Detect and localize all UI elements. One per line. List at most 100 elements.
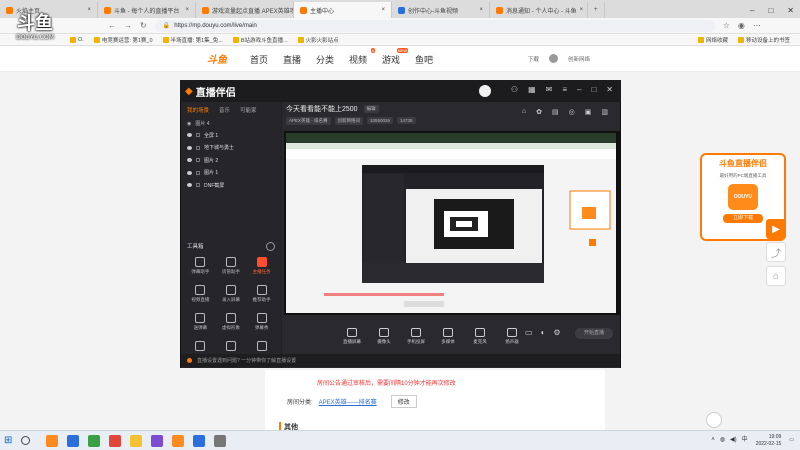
source-item[interactable]: 地下城与勇士 xyxy=(181,142,281,155)
notification-icon[interactable]: ▭ xyxy=(789,437,794,444)
new-tab-icon[interactable]: + xyxy=(588,2,605,18)
tool-item[interactable]: 房管助手 xyxy=(216,256,247,275)
eye-icon[interactable]: ◉ xyxy=(187,121,191,127)
close-icon[interactable]: ✕ xyxy=(606,85,613,97)
minimize-icon[interactable]: – xyxy=(750,6,754,15)
eye-icon[interactable] xyxy=(187,145,192,150)
bookmark-folder[interactable]: 移动设备上的书签 xyxy=(737,36,790,44)
bookmark-folder[interactable]: 网络收藏 xyxy=(697,36,728,44)
left-tab[interactable]: 可能家 xyxy=(240,106,257,114)
tab-close-icon[interactable]: × xyxy=(185,7,189,13)
lock-icon[interactable] xyxy=(196,133,200,138)
box-icon[interactable]: ▣ xyxy=(585,108,592,116)
url-input[interactable]: 🔒 https://mp.douyu.com/live/main xyxy=(154,19,715,32)
preview-toggle-icon[interactable]: ◐ xyxy=(541,328,546,337)
tool-item[interactable]: 视频直播 xyxy=(185,284,216,303)
nav-home[interactable]: 首页 xyxy=(250,53,268,66)
tool-item[interactable]: 送弹幕 xyxy=(185,312,216,331)
browser-tab[interactable]: 主播中心 × xyxy=(294,2,392,18)
taskbar-app-icon[interactable] xyxy=(214,434,227,447)
eye-icon[interactable] xyxy=(187,170,192,175)
ime-icon[interactable]: 中 xyxy=(742,437,748,444)
tab-close-icon[interactable]: × xyxy=(381,7,385,13)
edit-title-button[interactable]: 编辑 xyxy=(363,105,379,113)
source-item[interactable]: DNF截屏 xyxy=(181,179,281,192)
bookmark-item[interactable]: B站游戏斗鱼直播... xyxy=(232,36,288,44)
source-tool-button[interactable]: 手机投屏 xyxy=(406,327,426,345)
browser-tab[interactable]: 创作中心-斗鱼视频 × xyxy=(392,2,490,18)
star-icon[interactable]: ☆ xyxy=(723,21,730,30)
forward-icon[interactable]: → xyxy=(124,21,132,30)
home-icon[interactable]: ⌂ xyxy=(766,266,786,286)
browser-tab[interactable]: 游戏流量起点直播 APEX英雄攻击...× xyxy=(196,2,294,18)
left-tab[interactable]: 我的场景 xyxy=(187,106,209,114)
profile-icon[interactable]: ◉ xyxy=(738,21,745,30)
download-link[interactable]: 下载 xyxy=(528,55,539,63)
douyu-logo[interactable]: 斗鱼 xyxy=(207,51,243,67)
nav-fishbar[interactable]: 鱼吧 xyxy=(415,53,433,66)
eye-icon[interactable] xyxy=(187,158,192,163)
taskbar-app-icon[interactable] xyxy=(109,434,122,447)
promo-download-button[interactable]: 立即下载 xyxy=(723,214,763,223)
lock-icon[interactable] xyxy=(196,183,200,188)
mail-icon[interactable]: ✉ xyxy=(546,85,553,97)
record-icon[interactable]: ▭ xyxy=(525,328,533,337)
tool-item[interactable] xyxy=(246,340,277,353)
source-item[interactable]: 图片 2 xyxy=(181,154,281,167)
chart-icon[interactable]: ▤ xyxy=(552,108,559,116)
more-icon[interactable] xyxy=(266,241,275,251)
companion-avatar[interactable] xyxy=(478,85,491,97)
lock-icon[interactable] xyxy=(196,145,200,150)
volume-icon[interactable]: ◀) xyxy=(730,437,737,444)
bookmark-item[interactable]: O. xyxy=(70,36,84,44)
change-category-button[interactable]: 修改 xyxy=(390,395,417,408)
lock-icon[interactable] xyxy=(196,170,200,175)
tool-item[interactable]: 录入屏幕 xyxy=(216,284,247,303)
nav-game[interactable]: 游戏 NEW xyxy=(382,48,409,66)
source-tool-button[interactable]: 直播屏幕 xyxy=(342,327,362,345)
source-item[interactable]: 图片 1 xyxy=(181,167,281,180)
browser-tab[interactable]: 斗鱼 - 每个人的直播平台 × xyxy=(98,2,196,18)
tool-item[interactable] xyxy=(216,340,247,353)
browser-tab[interactable]: 消息通知 - 个人中心 - 斗鱼 × xyxy=(490,2,588,18)
source-tool-button[interactable]: 多媒体 xyxy=(438,327,458,345)
source-item[interactable]: 全屏 1 xyxy=(181,129,281,142)
source-tool-button[interactable]: 摄像头 xyxy=(374,327,394,345)
bookmark-item[interactable]: 电竞赛运营: 第1赛_0 xyxy=(93,36,153,44)
tab-close-icon[interactable]: × xyxy=(479,7,483,13)
taskbar-app-icon[interactable] xyxy=(130,434,143,447)
nav-video[interactable]: 视频 4 xyxy=(349,48,376,66)
bookmark-item[interactable]: 火影火影站点 xyxy=(297,36,339,44)
minimize-icon[interactable]: – xyxy=(577,85,581,97)
layout-icon[interactable]: ▥ xyxy=(601,108,608,116)
chevron-up-icon[interactable]: ˄ xyxy=(711,437,715,444)
taskbar-app-icon[interactable] xyxy=(88,434,101,447)
username[interactable]: 创新网络 xyxy=(568,55,590,63)
close-icon[interactable]: ✕ xyxy=(787,6,794,15)
maximize-icon[interactable]: □ xyxy=(768,6,773,15)
status-text[interactable]: 直播设置遇到问题? 一分钟带你了解直播设置 xyxy=(197,357,296,364)
maximize-icon[interactable]: □ xyxy=(591,85,596,97)
back-icon[interactable]: ← xyxy=(108,21,116,30)
shirt-icon[interactable]: ⚇ xyxy=(511,85,518,97)
nav-live[interactable]: 直播 xyxy=(283,53,301,66)
taskbar-app-icon[interactable] xyxy=(67,434,80,447)
settings-icon[interactable]: ⚙ xyxy=(553,328,560,337)
tool-item[interactable]: 虚拟形象 xyxy=(216,312,247,331)
tool-item[interactable]: 推荐助手 xyxy=(246,284,277,303)
tab-close-icon[interactable]: × xyxy=(580,7,584,13)
category-value[interactable]: APEX英雄——排名赛 xyxy=(319,397,377,406)
tool-item[interactable]: 弹幕秀 xyxy=(246,312,277,331)
taskbar-app-icon[interactable] xyxy=(151,434,164,447)
eye-icon[interactable] xyxy=(187,183,192,188)
eye-icon[interactable] xyxy=(187,133,192,138)
tab-close-icon[interactable]: × xyxy=(87,7,91,13)
live-preview[interactable] xyxy=(284,131,620,315)
store-icon[interactable]: ⌂ xyxy=(522,108,526,116)
gift-icon[interactable]: ✿ xyxy=(536,108,542,116)
taskbar-app-icon[interactable] xyxy=(193,434,206,447)
clock[interactable]: ˄ ◍ ◀) 中 19:09 2022-02-15 ▭ xyxy=(711,434,800,448)
grid-icon[interactable]: ▦ xyxy=(528,85,536,97)
source-tool-button[interactable]: 扬声器 xyxy=(502,327,522,345)
assistant-icon[interactable] xyxy=(706,412,722,428)
